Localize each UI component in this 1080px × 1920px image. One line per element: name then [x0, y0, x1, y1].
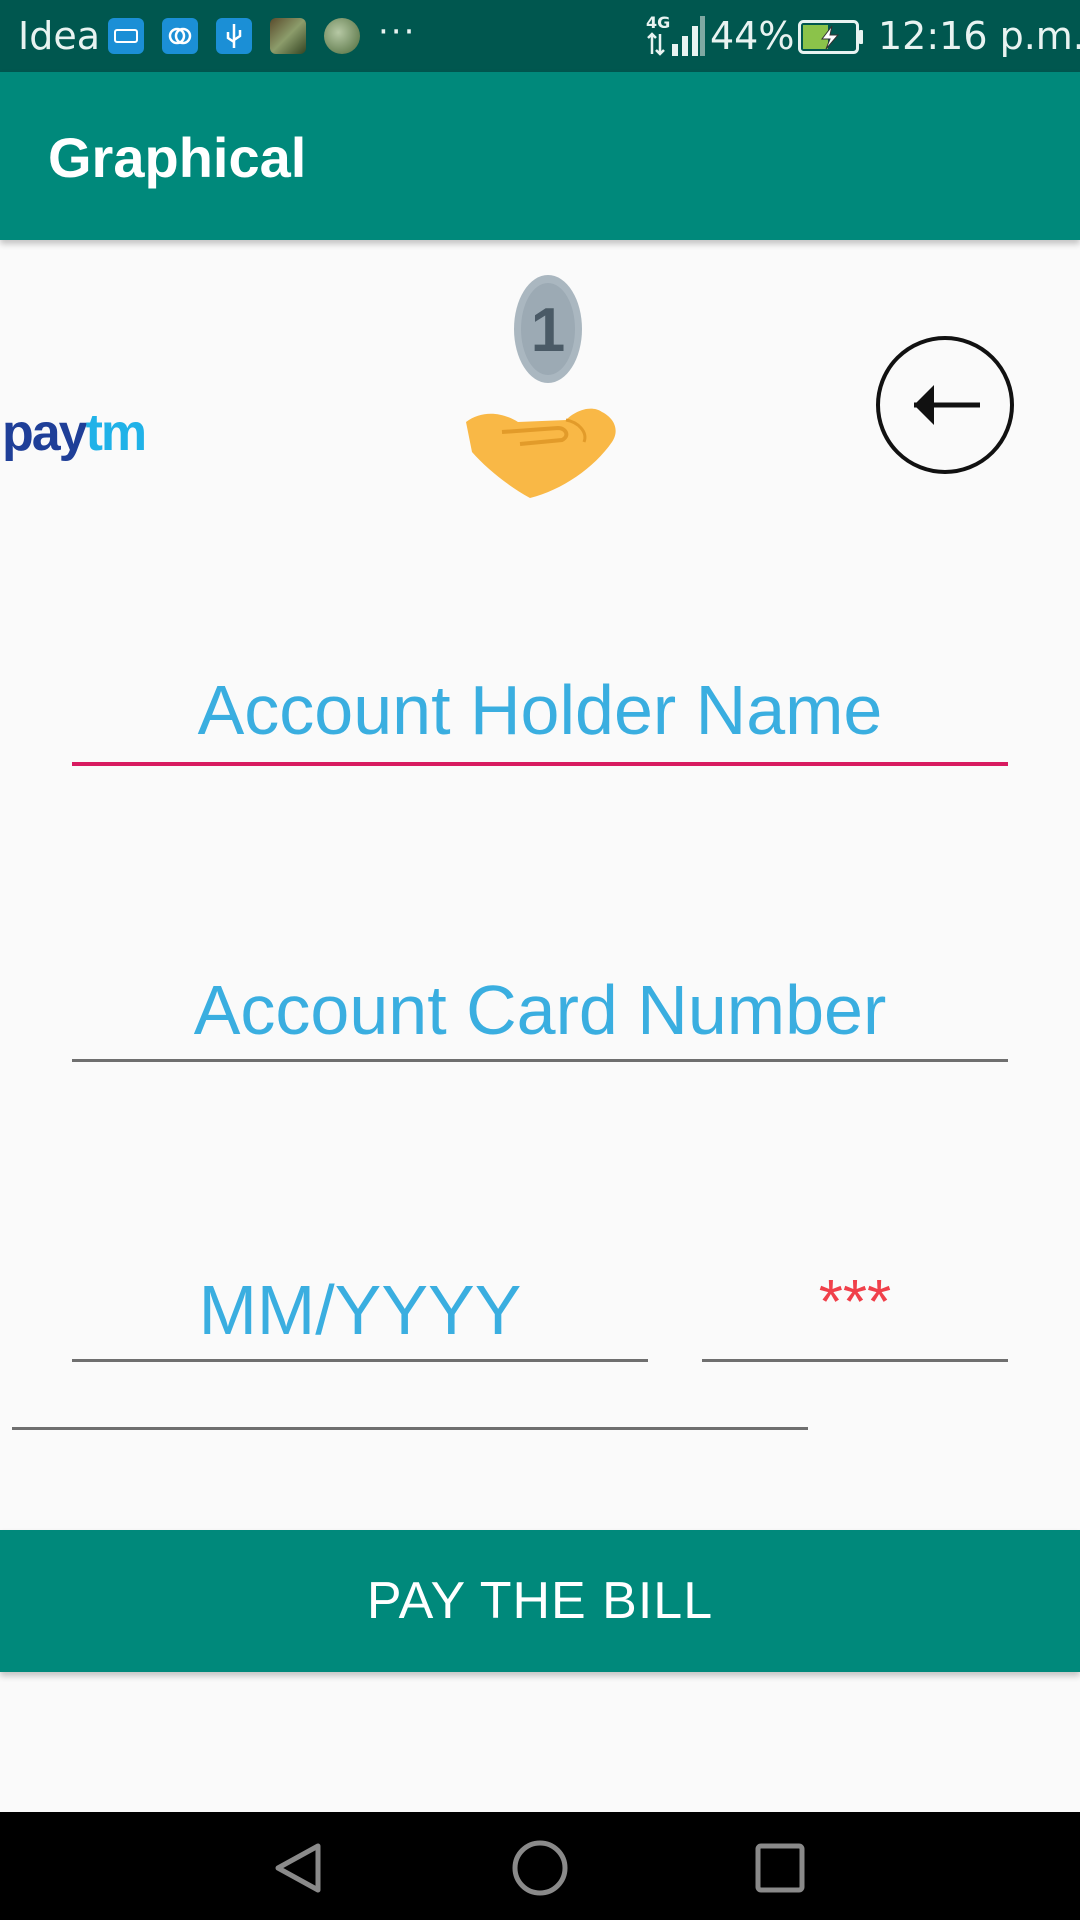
signal-4g-icon: 4G [646, 13, 705, 56]
expiry-date-field[interactable]: MM/YYYY [72, 1262, 648, 1362]
cvv-field[interactable]: *** [702, 1262, 1008, 1362]
account-holder-name-placeholder: Account Holder Name [197, 671, 883, 749]
pay-the-bill-button[interactable]: PAY THE BILL [0, 1530, 1080, 1672]
nav-recents-icon[interactable] [750, 1838, 810, 1898]
app-notification-icon [108, 18, 144, 54]
cvv-placeholder: *** [818, 1268, 892, 1337]
nav-home-icon[interactable] [510, 1838, 570, 1898]
status-bar: Idea ··· 4G 44% 12:16 p.m. [0, 0, 1080, 72]
back-button[interactable] [874, 334, 1016, 476]
nav-back-icon[interactable] [270, 1838, 330, 1898]
expiry-date-placeholder: MM/YYYY [198, 1271, 522, 1349]
pay-the-bill-label: PAY THE BILL [366, 1572, 714, 1630]
account-holder-name-field[interactable]: Account Holder Name [72, 660, 1008, 766]
app-bar: Graphical [0, 72, 1080, 240]
coin-label: 1 [531, 296, 565, 365]
link-app-icon [162, 18, 198, 54]
account-card-number-placeholder: Account Card Number [193, 971, 887, 1049]
svg-text:4G: 4G [646, 13, 670, 32]
usb-icon [216, 18, 252, 54]
clock: 12:16 p.m. [878, 14, 1080, 58]
coin-in-hand-icon: 1 [466, 275, 616, 498]
paytm-logo: paytm [2, 404, 147, 462]
svg-text:paytm: paytm [2, 404, 145, 462]
app-title: Graphical [48, 126, 307, 189]
photo-thumbnail-icon [270, 18, 306, 54]
account-card-number-field[interactable]: Account Card Number [72, 960, 1008, 1062]
navigation-bar [0, 1812, 1080, 1920]
battery-percent: 44% [710, 14, 795, 58]
battery-charging-icon [798, 20, 863, 54]
more-notifications-icon: ··· [378, 12, 417, 52]
carrier-name: Idea [18, 14, 100, 58]
back-arrow-icon [914, 385, 980, 425]
extra-input-field[interactable] [12, 1356, 808, 1430]
globe-thumbnail-icon [324, 18, 360, 54]
